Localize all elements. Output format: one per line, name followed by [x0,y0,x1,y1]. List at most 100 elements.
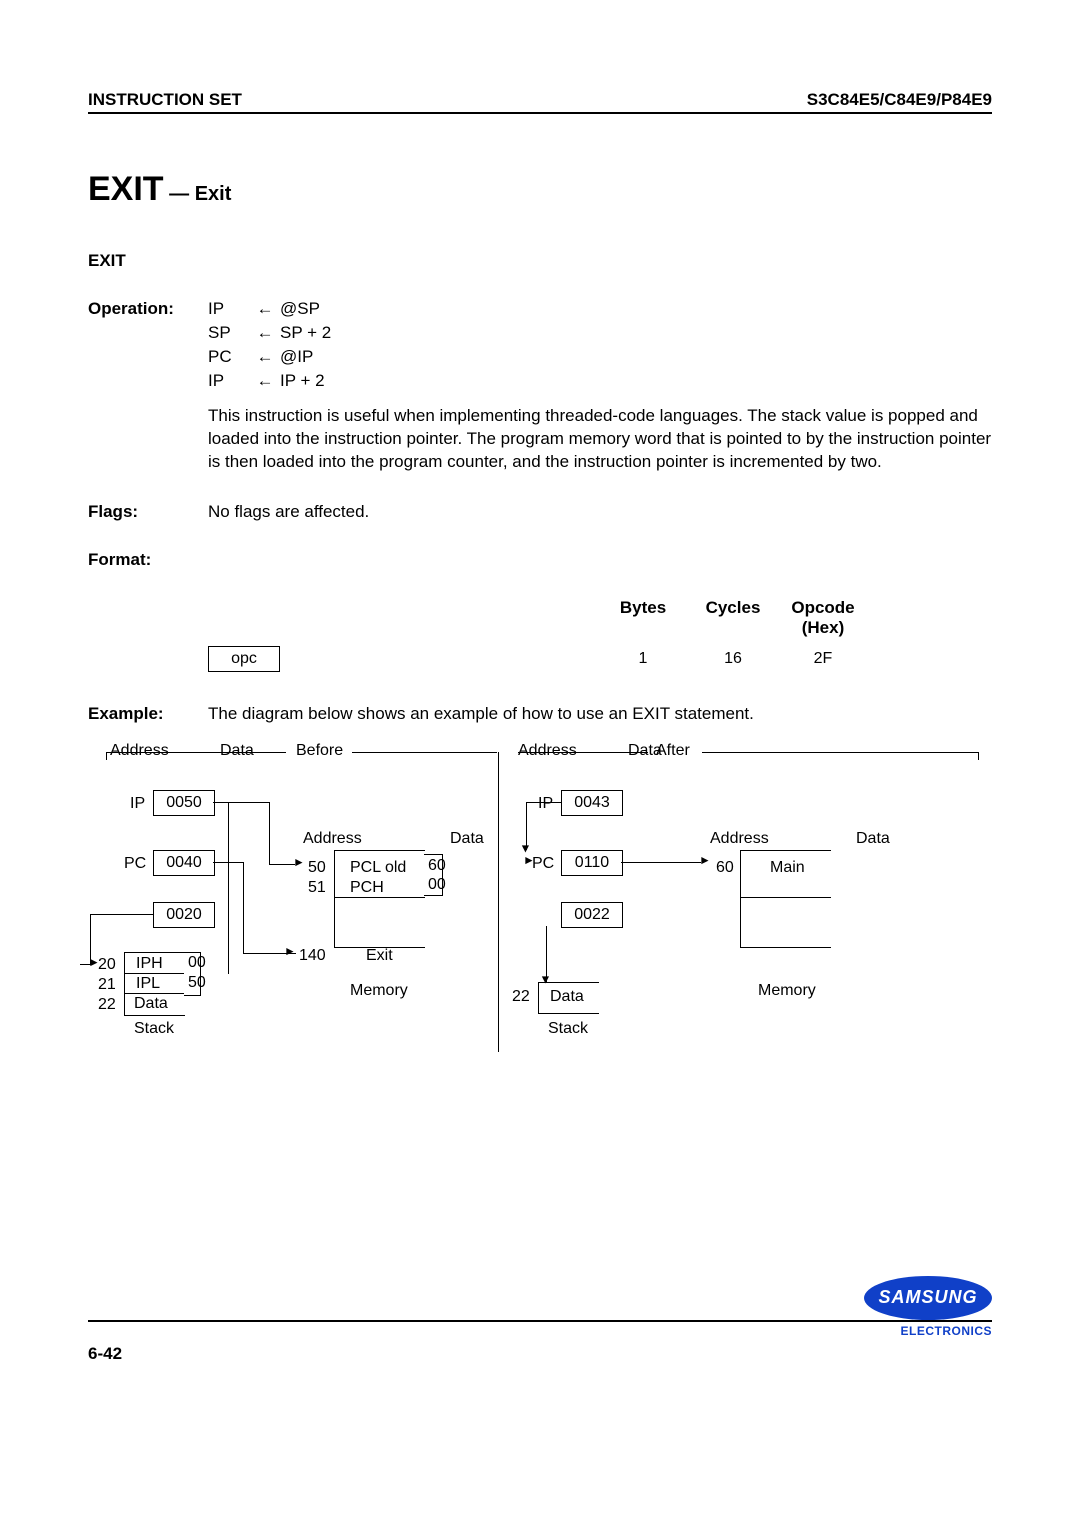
arrow-left-icon: ← [250,371,280,391]
arrow-line [213,802,269,803]
after-mem-a0: 60 [716,859,734,877]
box-sp-before: 0020 [153,902,215,928]
operation-label: Operation: [88,299,208,474]
header-rule [88,112,992,114]
val-cycles: 16 [688,650,778,668]
arrow-left-icon: ← [250,323,280,343]
header-right: S3C84E5/C84E9/P84E9 [807,90,992,110]
before-mem-a0: 50 [308,859,326,877]
before-stack-a1: 21 [98,976,116,994]
example-row: Example: The diagram below shows an exam… [88,704,992,724]
opc-box: opc [208,646,280,672]
val-bytes: 1 [598,650,688,668]
before-mem-a2: 140 [299,947,326,965]
lbl-pc-a: PC [532,855,554,873]
legend-tick [978,752,979,760]
divider-line [498,752,499,1052]
operation-description: This instruction is useful when implemen… [208,405,992,474]
op3-rhs: @IP [280,347,313,367]
brand-name: SAMSUNG [864,1276,992,1320]
arrow-left-icon: ← [250,347,280,367]
before-mem-d2: Exit [366,947,393,965]
after-stack-a0: 22 [512,988,530,1006]
brand-sub: ELECTRONICS [864,1324,992,1338]
arrow-line [269,864,295,865]
title-dash: — [164,183,195,205]
hdr-opcode: Opcode (Hex) [778,598,868,638]
before-stack-a0: 20 [98,956,116,974]
mnemonic: EXIT [88,251,992,271]
before-mem-d1: PCH [350,879,384,897]
before-mem-v1: 00 [428,876,446,894]
format-label: Format: [88,550,208,570]
page-header: INSTRUCTION SET S3C84E5/C84E9/P84E9 [88,90,992,112]
lbl-data-mem: Data [450,830,484,848]
arrow-line [243,862,244,954]
hdr-opcode-2: (Hex) [802,618,845,637]
page-number: 6-42 [88,1344,992,1364]
lbl-address-mem: Address [303,830,362,848]
hdr-bytes: Bytes [598,598,688,638]
before-stack-v1: 50 [188,974,206,992]
format-data-row: opc 1 16 2F [208,646,868,672]
box-ip-after: 0043 [561,790,623,816]
lbl-data-mem-a: Data [856,830,890,848]
lbl-pc: PC [124,855,146,873]
legend-before: Before [292,742,347,760]
arrow-right-icon: ► [88,955,100,969]
arrow-line [526,802,527,850]
op4-rhs: IP + 2 [280,371,325,391]
arrow-line [213,862,243,863]
lbl-ip-a: IP [538,795,553,813]
flags-label: Flags: [88,502,208,522]
before-stack-a2: 22 [98,996,116,1014]
after-mem-d0: Main [770,859,805,877]
lbl-ip: IP [130,795,145,813]
format-row: Format: [88,550,992,570]
op-line-1: IP ← @SP [208,299,992,319]
before-mem-d0: PCL old [350,859,406,877]
example-label: Example: [88,704,208,724]
legend-line [352,752,497,753]
title-main: EXIT [88,170,164,208]
after-stack-d0: Data [550,988,584,1006]
title-sub: Exit [195,183,232,205]
arrow-left-icon: ← [250,299,280,319]
before-mem-v0: 60 [428,857,446,875]
box-pc-before: 0040 [153,850,215,876]
arrow-right-icon: ► [293,855,305,869]
legend-tick [106,752,107,760]
flags-row: Flags: No flags are affected. [88,502,992,522]
op4-reg: IP [208,371,250,391]
op-line-3: PC ← @IP [208,347,992,367]
arrow-right-icon: ► [284,944,296,958]
lbl-address-mem-a: Address [710,830,769,848]
flags-text: No flags are affected. [208,502,992,522]
box-sp-after: 0022 [561,902,623,928]
before-stack-v0: 00 [188,954,206,972]
before-stack-d1: IPL [136,975,160,993]
op2-rhs: SP + 2 [280,323,331,343]
op1-reg: IP [208,299,250,319]
header-left: INSTRUCTION SET [88,90,242,110]
arrow-down-icon: ► [539,974,553,986]
footer-rule [88,1320,992,1322]
samsung-logo: SAMSUNG ELECTRONICS [864,1276,992,1338]
box-ip-before: 0050 [153,790,215,816]
arrow-line [90,914,153,915]
arrow-right-icon: ► [699,853,711,867]
footer: 6-42 [88,1320,992,1364]
operation-body: IP ← @SP SP ← SP + 2 PC ← @IP IP ← IP + … [208,299,992,474]
val-opcode: 2F [778,650,868,668]
before-mem-a1: 51 [308,879,326,897]
page-title: EXIT — Exit [88,170,992,209]
op3-reg: PC [208,347,250,367]
example-text: The diagram below shows an example of ho… [208,704,992,724]
lbl-memory-before: Memory [350,982,408,1000]
arrow-right-icon: ► [523,853,535,867]
hdr-opcode-1: Opcode [791,598,854,617]
lbl-data-a: Data [628,742,662,760]
exit-diagram: Before After Address Data IP 0050 PC 004… [88,742,992,1062]
lbl-data: Data [220,742,254,760]
lbl-address-a: Address [518,742,577,760]
